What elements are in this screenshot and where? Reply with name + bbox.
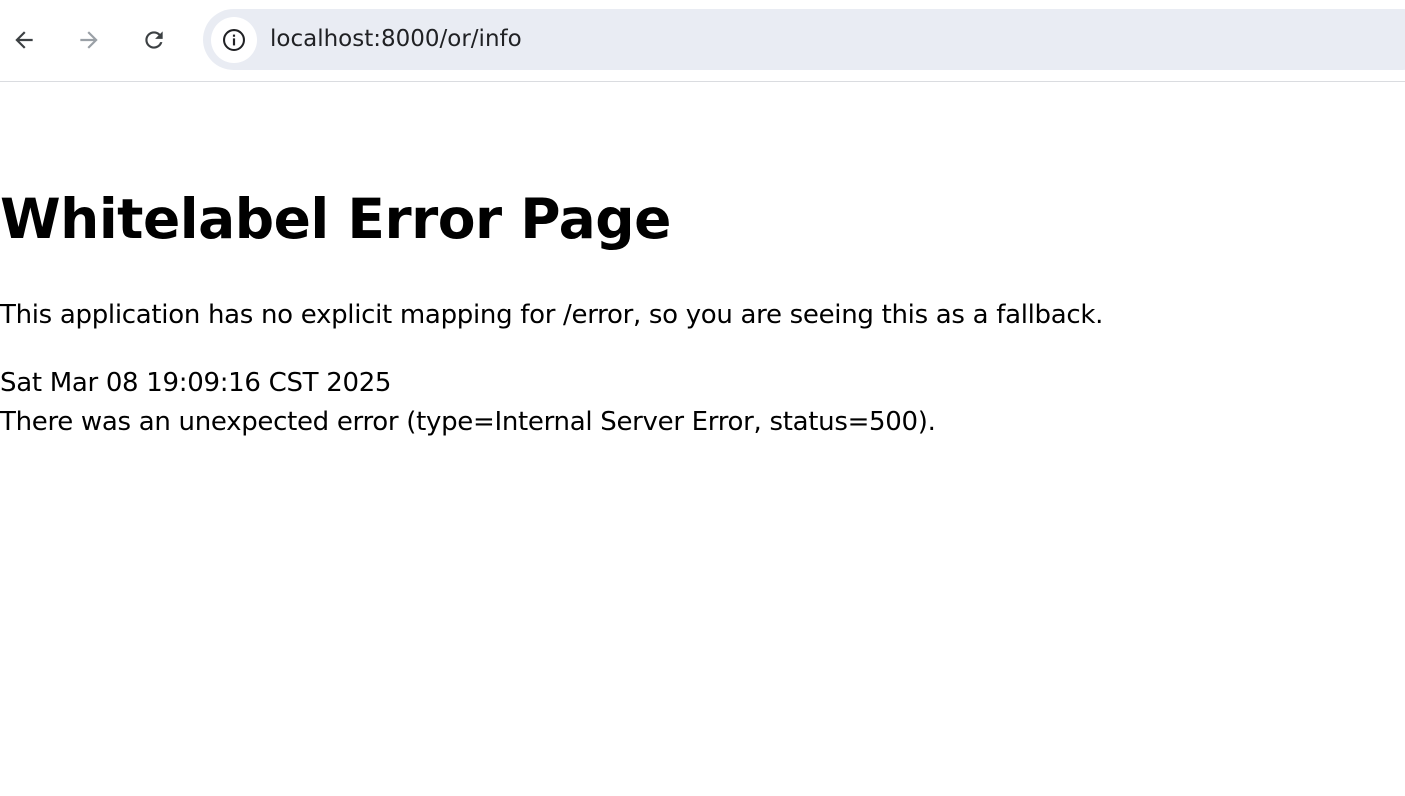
- site-info-button[interactable]: [211, 17, 257, 63]
- browser-toolbar: localhost:8000/or/info: [0, 0, 1405, 82]
- reload-button[interactable]: [134, 20, 174, 60]
- url-text[interactable]: localhost:8000/or/info: [270, 9, 522, 70]
- error-timestamp: Sat Mar 08 19:09:16 CST 2025: [0, 368, 392, 398]
- back-button[interactable]: [4, 20, 44, 60]
- error-details: There was an unexpected error (type=Inte…: [0, 407, 936, 437]
- forward-button[interactable]: [69, 20, 109, 60]
- page-title: Whitelabel Error Page: [0, 187, 671, 251]
- info-icon: [223, 29, 245, 51]
- arrow-left-icon: [15, 31, 33, 49]
- reload-icon: [145, 31, 163, 49]
- arrow-right-icon: [80, 31, 98, 49]
- address-bar[interactable]: localhost:8000/or/info: [203, 9, 1405, 70]
- fallback-message: This application has no explicit mapping…: [0, 300, 1104, 330]
